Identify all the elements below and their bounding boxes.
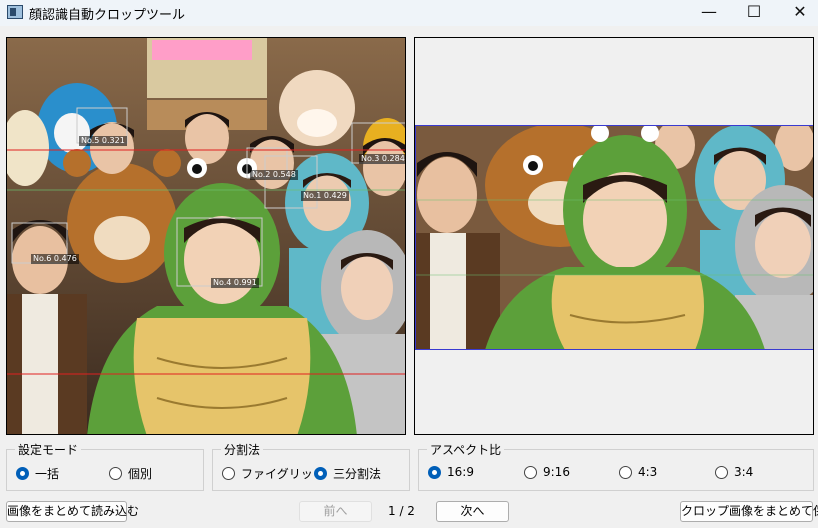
settings-mode-group: 設定モード 一括 個別 <box>6 441 204 491</box>
face-label-3: No.3 0.284 <box>359 154 405 164</box>
aspect-9-16-label: 9:16 <box>543 465 570 479</box>
phi-grid-radio[interactable]: ファイグリッド <box>222 465 325 482</box>
mode-batch-label: 一括 <box>35 467 60 481</box>
radio-checked-icon[interactable] <box>16 467 29 480</box>
aspect-4-3-label: 4:3 <box>638 465 658 479</box>
face-label-2: No.2 0.548 <box>250 170 298 180</box>
radio-checked-icon[interactable] <box>314 467 327 480</box>
load-images-button[interactable]: 画像をまとめて読み込む <box>6 501 139 522</box>
radio-unchecked-icon[interactable] <box>524 465 537 479</box>
rule-of-thirds-radio[interactable]: 三分割法 <box>314 465 381 482</box>
face-label-4: No.4 0.991 <box>211 278 259 288</box>
aspect-9-16-radio[interactable]: 9:16 <box>524 465 570 479</box>
radio-unchecked-icon[interactable] <box>109 467 122 480</box>
original-image-panel: No.1 0.429 No.2 0.548 No.3 0.284 No.4 0.… <box>6 37 406 435</box>
original-photo <box>7 38 405 434</box>
division-method-group: 分割法 ファイグリッド 三分割法 <box>212 441 410 491</box>
prev-button[interactable]: 前へ <box>299 501 372 522</box>
aspect-3-4-radio[interactable]: 3:4 <box>715 465 753 479</box>
radio-unchecked-icon[interactable] <box>619 465 632 479</box>
window-title: 顔認識自動クロップツール <box>29 8 186 23</box>
face-label-5: No.5 0.321 <box>79 136 127 146</box>
app-icon <box>7 5 23 19</box>
aspect-3-4-label: 3:4 <box>734 465 754 479</box>
mode-individual-radio[interactable]: 個別 <box>109 465 152 482</box>
maximize-button[interactable]: ☐ <box>731 0 777 26</box>
aspect-4-3-radio[interactable]: 4:3 <box>619 465 657 479</box>
crop-preview-panel <box>414 37 814 435</box>
rule-of-thirds-label: 三分割法 <box>333 467 382 481</box>
face-label-6: No.6 0.476 <box>31 254 79 264</box>
mode-individual-label: 個別 <box>128 467 153 481</box>
page-indicator: 1 / 2 <box>388 504 415 518</box>
aspect-16-9-label: 16:9 <box>447 465 474 479</box>
phi-grid-label: ファイグリッド <box>241 467 325 481</box>
radio-unchecked-icon[interactable] <box>715 465 728 479</box>
close-button[interactable]: ✕ <box>777 0 818 26</box>
division-method-legend: 分割法 <box>221 441 264 458</box>
next-button[interactable]: 次へ <box>436 501 509 522</box>
radio-checked-icon[interactable] <box>428 465 441 479</box>
face-label-1: No.1 0.429 <box>301 191 349 201</box>
title-bar: 顔認識自動クロップツール — ☐ ✕ <box>0 0 818 26</box>
aspect-ratio-group: アスペクト比 16:9 9:16 4:3 3:4 <box>418 441 814 491</box>
save-crops-button[interactable]: クロップ画像をまとめて保存 <box>680 501 818 522</box>
minimize-button[interactable]: — <box>686 0 732 26</box>
aspect-16-9-radio[interactable]: 16:9 <box>428 465 474 479</box>
aspect-ratio-legend: アスペクト比 <box>427 441 505 458</box>
settings-mode-legend: 設定モード <box>15 441 82 458</box>
radio-unchecked-icon[interactable] <box>222 467 235 480</box>
mode-batch-radio[interactable]: 一括 <box>16 465 59 482</box>
cropped-photo <box>415 125 813 350</box>
